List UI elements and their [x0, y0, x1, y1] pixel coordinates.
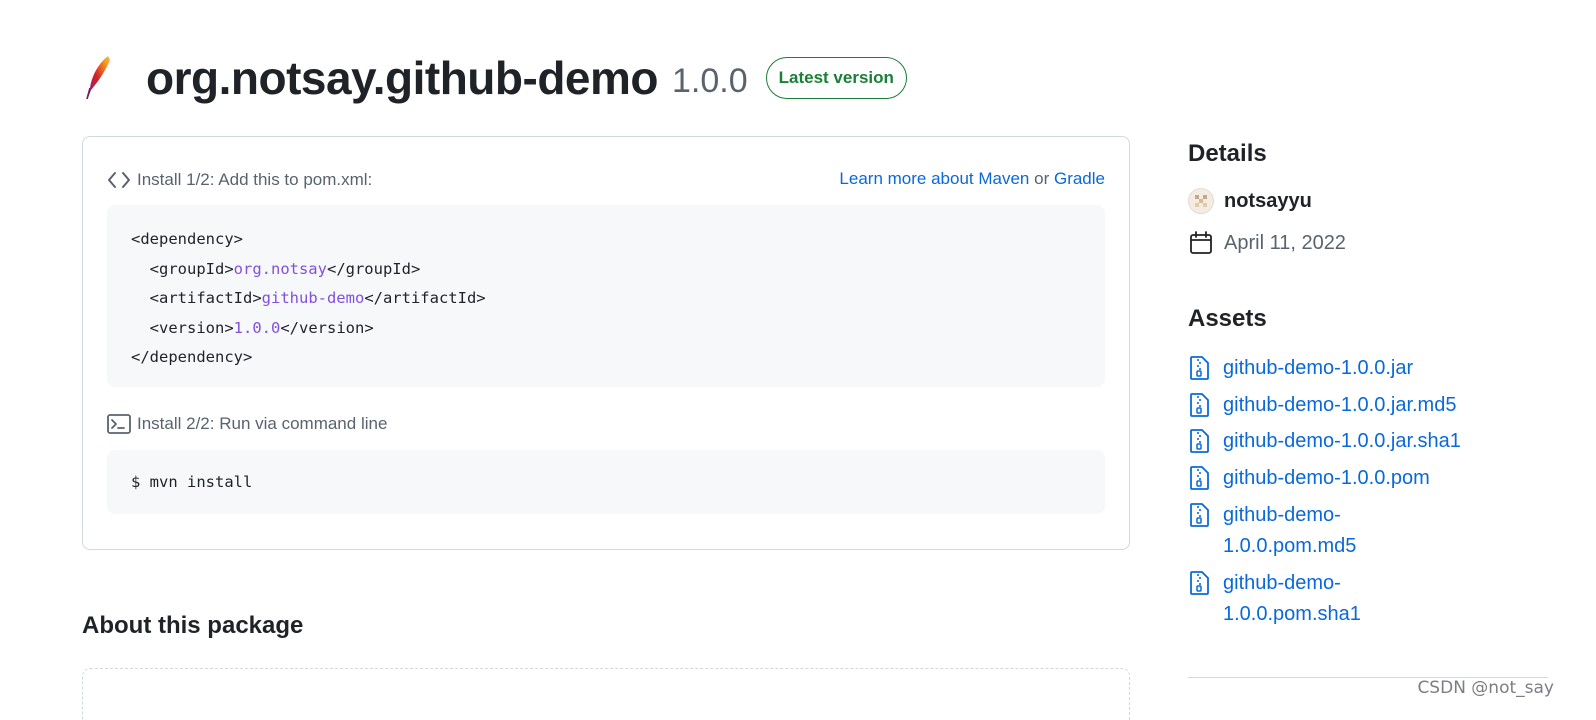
- command-snippet[interactable]: $ mvn install: [107, 450, 1105, 514]
- assets-title: Assets: [1188, 305, 1267, 332]
- file-zip-icon: [1188, 465, 1212, 491]
- code-text: </groupId>: [326, 259, 421, 278]
- code-text: <artifactId>: [131, 289, 262, 307]
- package-version: 1.0.0: [672, 61, 748, 100]
- owner-name[interactable]: notsayyu: [1224, 190, 1312, 213]
- learn-maven-link[interactable]: Learn more about Maven: [839, 169, 1029, 188]
- apache-feather-icon: [82, 54, 118, 102]
- code-line: <dependency>: [131, 225, 1081, 255]
- details-title: Details: [1188, 140, 1267, 167]
- learn-more: Learn more about Maven or Gradle: [839, 169, 1105, 189]
- code-icon: [107, 169, 133, 191]
- asset-item: github-demo-1.0.0.pom: [1188, 463, 1473, 494]
- latest-version-badge: Latest version: [765, 57, 907, 99]
- version-value: 1.0.0: [233, 318, 281, 337]
- avatar[interactable]: [1188, 188, 1214, 214]
- package-header: org.notsay.github-demo 1.0.0 Latest vers…: [82, 44, 907, 112]
- asset-item: github-demo-1.0.0.jar.md5: [1188, 390, 1473, 421]
- file-zip-icon: [1188, 428, 1212, 454]
- code-line: </dependency>: [131, 343, 1081, 373]
- code-text: <version>: [131, 318, 234, 337]
- asset-item: github-demo-1.0.0.pom.md5: [1188, 500, 1363, 562]
- file-zip-icon: [1188, 392, 1212, 418]
- group-id-value: org.notsay: [233, 259, 327, 278]
- calendar-icon: [1188, 230, 1214, 256]
- code-text: </artifactId>: [364, 289, 486, 307]
- install-step-1-label: Install 1/2: Add this to pom.xml:: [137, 170, 373, 189]
- code-text: <groupId>: [131, 259, 234, 278]
- code-text: <dependency>: [131, 230, 243, 248]
- code-line: <groupId>org.notsay</groupId>: [131, 255, 1081, 285]
- file-zip-icon: [1188, 570, 1212, 596]
- code-text: </dependency>: [131, 348, 253, 366]
- code-line: <version>1.0.0</version>: [131, 314, 1081, 344]
- file-zip-icon: [1188, 502, 1212, 528]
- asset-link[interactable]: github-demo-1.0.0.jar: [1223, 353, 1473, 384]
- asset-link[interactable]: github-demo-1.0.0.pom: [1223, 463, 1473, 494]
- about-title: About this package: [82, 612, 304, 639]
- learn-gradle-link[interactable]: Gradle: [1054, 169, 1105, 188]
- pom-snippet[interactable]: <dependency> <groupId>org.notsay</groupI…: [107, 205, 1105, 387]
- install-step-2-label: Install 2/2: Run via command line: [137, 414, 388, 433]
- owner-row: notsayyu: [1188, 188, 1312, 214]
- published-date: April 11, 2022: [1224, 231, 1346, 254]
- asset-item: github-demo-1.0.0.pom.sha1: [1188, 568, 1363, 630]
- install-step-1-heading: Install 1/2: Add this to pom.xml:: [107, 169, 372, 191]
- published-date-row: April 11, 2022: [1188, 230, 1346, 256]
- asset-item: github-demo-1.0.0.jar: [1188, 353, 1473, 384]
- terminal-icon: [107, 413, 133, 435]
- install-step-2-heading: Install 2/2: Run via command line: [107, 413, 387, 435]
- learn-or-text: or: [1034, 169, 1050, 188]
- asset-link[interactable]: github-demo-1.0.0.pom.sha1: [1223, 568, 1363, 630]
- asset-link[interactable]: github-demo-1.0.0.jar.md5: [1223, 390, 1473, 421]
- about-panel: [82, 668, 1130, 720]
- package-name: org.notsay.github-demo: [146, 52, 659, 104]
- asset-link[interactable]: github-demo-1.0.0.pom.md5: [1223, 500, 1363, 562]
- artifact-id-value: github-demo: [261, 289, 365, 307]
- code-text: </version>: [280, 318, 374, 337]
- asset-link[interactable]: github-demo-1.0.0.jar.sha1: [1223, 426, 1473, 457]
- watermark: CSDN @not_say: [1417, 678, 1554, 698]
- asset-item: github-demo-1.0.0.jar.sha1: [1188, 426, 1473, 457]
- install-panel: Install 1/2: Add this to pom.xml: Learn …: [82, 136, 1130, 550]
- file-zip-icon: [1188, 355, 1212, 381]
- code-line: <artifactId>github-demo</artifactId>: [131, 284, 1081, 314]
